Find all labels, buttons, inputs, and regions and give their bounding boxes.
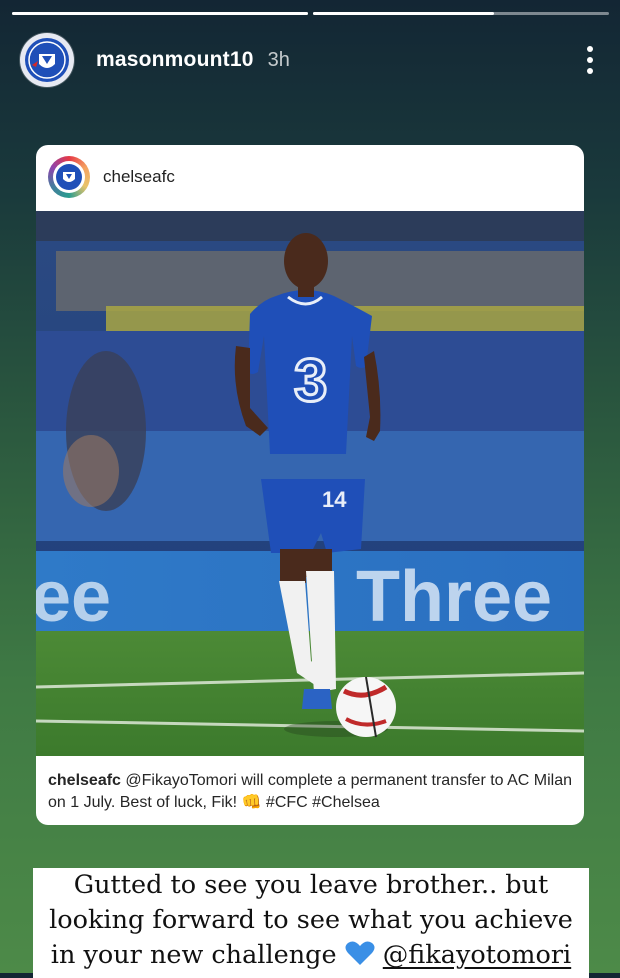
post-photo[interactable]: Three ee 3 14: [36, 211, 584, 756]
message-line-2: looking forward to see what you achieve: [49, 905, 573, 935]
message-line-1: Gutted to see you leave brother.. but: [73, 870, 549, 900]
story-username[interactable]: masonmount10: [96, 48, 254, 72]
chelsea-crest-icon: [56, 164, 82, 190]
post-account-name[interactable]: chelseafc: [103, 167, 175, 187]
shared-post-card[interactable]: chelseafc Three ee 3 14 chelseafc @Fikay…: [36, 145, 584, 825]
story-timestamp: 3h: [267, 48, 290, 71]
caption-text: @FikayoTomori will complete a permanent …: [48, 772, 573, 811]
post-caption: chelseafc @FikayoTomori will complete a …: [48, 770, 576, 814]
blue-heart-icon: [345, 941, 375, 965]
post-account-avatar[interactable]: [48, 156, 90, 198]
story-text-sticker: Gutted to see you leave brother.. but lo…: [33, 868, 589, 978]
shirt-number: 14: [322, 487, 347, 512]
svg-text:ee: ee: [36, 557, 111, 637]
more-vertical-icon: [587, 46, 593, 52]
message-line-3: in your new challenge @fikayotomori: [33, 938, 589, 973]
caption-username[interactable]: chelseafc: [48, 772, 121, 789]
message-line-3-text: in your new challenge: [50, 940, 337, 970]
svg-text:3: 3: [294, 347, 327, 414]
ad-board-text: Three: [356, 557, 552, 637]
user-avatar[interactable]: [20, 33, 74, 87]
story-progress-bar-1: [12, 12, 308, 15]
story-progress-bar-2: [313, 12, 609, 15]
more-options-button[interactable]: [580, 40, 600, 80]
shared-post-header: chelseafc: [36, 145, 584, 209]
mention-link[interactable]: @fikayotomori: [383, 940, 571, 970]
chelsea-crest-icon: [25, 38, 69, 82]
story-header: masonmount10 3h: [20, 32, 600, 88]
